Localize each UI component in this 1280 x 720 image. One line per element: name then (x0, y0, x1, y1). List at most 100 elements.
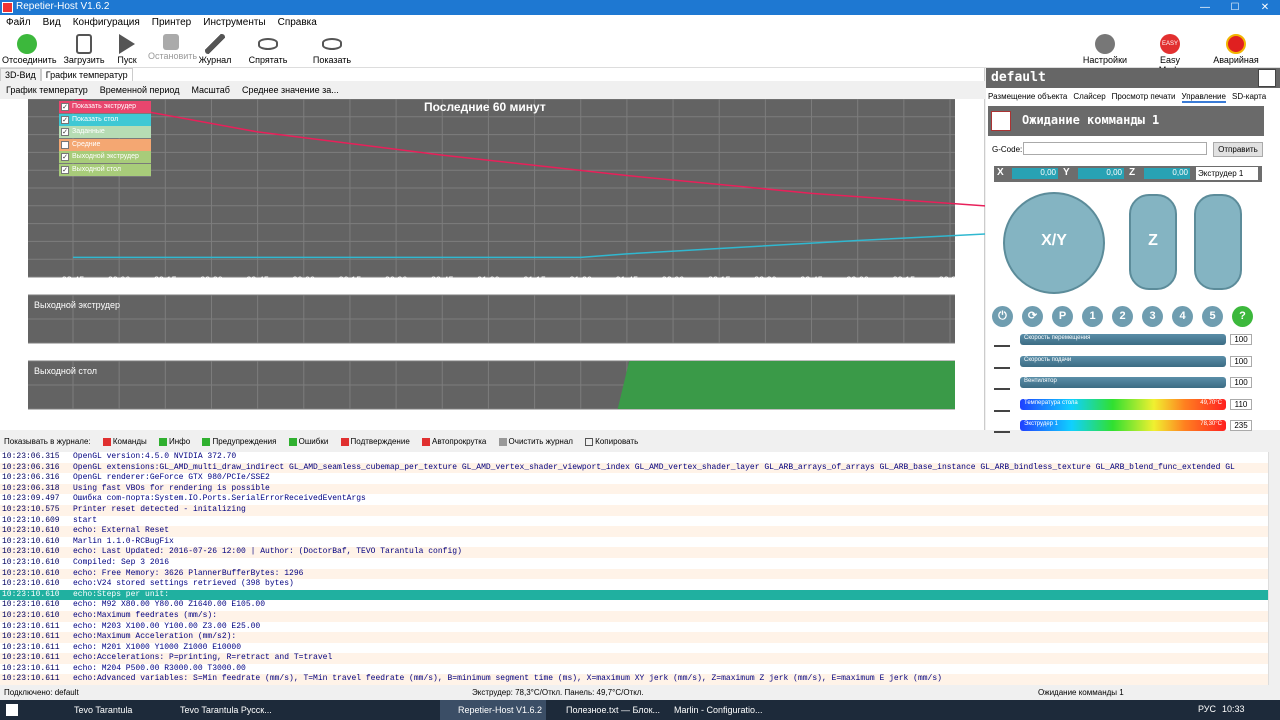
task-repetier-host[interactable]: Repetier-Host V1.6.2 (440, 700, 546, 720)
log-row[interactable]: 10:23:10.611 echo: M203 X100.00 Y100.00 Z… (0, 622, 1268, 633)
edit-icon[interactable] (1258, 69, 1276, 87)
log-row[interactable]: 10:23:10.610 Marlin 1.1.0-RCBugFix (0, 537, 1268, 548)
run-button[interactable]: Пуск (112, 31, 142, 68)
copy-log-button[interactable]: Копировать (585, 437, 638, 446)
log-row[interactable]: 10:23:10.610 echo:Maximum feedrates (mm/s… (0, 610, 1268, 622)
checkbox-icon[interactable] (61, 140, 69, 149)
slider-value[interactable]: 100 (1230, 377, 1252, 388)
close-button[interactable]: ✕ (1250, 0, 1280, 15)
log-list[interactable]: 10:23:06.315 OpenGL version:4.5.0 NVIDIA … (0, 452, 1268, 685)
log-row[interactable]: 10:23:10.610 echo:V24 stored settings ret… (0, 579, 1268, 590)
disconnect-button[interactable]: Отсоединить (2, 31, 57, 68)
menu-printer[interactable]: Принтер (146, 15, 197, 30)
tab-object-placement[interactable]: Размещение объекта (988, 92, 1067, 101)
menu-help[interactable]: Справка (272, 15, 323, 30)
log-filter-commands[interactable]: Команды (102, 437, 147, 446)
preset-4-button[interactable]: 4 (1172, 306, 1193, 327)
log-filter-autoscroll[interactable]: Автопрокрутка (422, 437, 486, 446)
park-button[interactable]: P (1052, 306, 1073, 327)
slider-value[interactable]: 100 (1230, 334, 1252, 345)
slider-track[interactable]: Скорость подачи (1020, 355, 1226, 367)
stop-button[interactable]: Остановить (148, 31, 197, 68)
task-tevo-tarantula-ru[interactable]: Tevo Tarantula Русск... (162, 700, 272, 720)
slider-value[interactable]: 100 (1230, 355, 1252, 367)
extruder-select[interactable]: Экструдер 1 (1196, 167, 1258, 180)
extruder-jog-pad[interactable] (1194, 194, 1242, 290)
slider-track[interactable]: Вентилятор (1020, 377, 1226, 388)
start-icon[interactable] (6, 704, 18, 716)
log-row[interactable]: 10:23:06.316 OpenGL renderer:GeForce GTX … (0, 473, 1268, 484)
checkbox-icon[interactable]: ✓ (61, 153, 69, 162)
log-filter-ack[interactable]: Подтверждение (340, 437, 410, 446)
slider-value[interactable]: 110 (1230, 398, 1252, 410)
graph-menu-scale[interactable]: Масштаб (185, 81, 236, 99)
legend-item[interactable]: Средние (59, 138, 151, 151)
menu-config[interactable]: Конфигурация (67, 15, 146, 30)
load-button[interactable]: Загрузить (62, 31, 106, 68)
log-row[interactable]: 10:23:10.611 echo:Advanced variables: S=M… (0, 674, 1268, 685)
preset-3-button[interactable]: 3 (1142, 306, 1163, 327)
easy-mode-button[interactable]: EASYEasy Mode (1148, 31, 1192, 75)
log-row[interactable]: 10:23:10.611 echo: M204 P500.00 R3000.00 … (0, 664, 1268, 675)
z-jog-pad[interactable]: Z (1129, 194, 1177, 290)
power-icon[interactable]: ⏻ (992, 306, 1013, 327)
minimize-button[interactable]: — (1190, 0, 1220, 15)
log-scrollbar[interactable] (1268, 452, 1280, 685)
log-button[interactable]: Журнал (198, 31, 232, 68)
task-marlin[interactable]: Marlin - Configuratio... (656, 700, 763, 720)
preset-2-button[interactable]: 2 (1112, 306, 1133, 327)
tab-3d-view[interactable]: 3D-Вид (0, 68, 41, 81)
legend-item[interactable]: ✓ Показать стол (59, 113, 151, 126)
tab-print-preview[interactable]: Просмотр печати (1112, 92, 1176, 101)
log-row[interactable]: 10:23:10.575 Printer reset detected - ini… (0, 504, 1268, 516)
menu-tools[interactable]: Инструменты (197, 15, 271, 30)
hide-filament-button[interactable]: Спрятать пруток (236, 31, 300, 75)
maximize-button[interactable]: ☐ (1220, 0, 1250, 15)
log-row[interactable]: 10:23:10.609 start (0, 516, 1268, 527)
log-row[interactable]: 10:23:06.316 OpenGL extensions:GL_AMD_mul… (0, 462, 1268, 474)
log-row[interactable]: 10:23:09.497 Ошибка com-порта:System.IO.P… (0, 494, 1268, 505)
tab-control[interactable]: Управление (1181, 92, 1226, 103)
menu-file[interactable]: Файл (0, 15, 37, 30)
xy-jog-pad[interactable]: X/Y (1003, 192, 1105, 294)
slider-track[interactable]: Температура стола 49,70°C (1020, 398, 1226, 410)
language-indicator[interactable]: РУС (1198, 704, 1216, 714)
log-row[interactable]: 10:23:10.611 echo:Maximum Acceleration (m… (0, 632, 1268, 643)
preset-5-button[interactable]: 5 (1202, 306, 1223, 327)
log-row[interactable]: 10:23:10.610 echo: Last Updated: 2016-07-… (0, 547, 1268, 558)
log-row[interactable]: 10:23:10.610 echo:Steps per unit: (0, 589, 1268, 601)
preset-1-button[interactable]: 1 (1082, 306, 1103, 327)
task-notepad[interactable]: Полезное.txt — Блок... (548, 700, 660, 720)
checkbox-icon[interactable]: ✓ (61, 115, 69, 124)
legend-item[interactable]: ✓ Выходной стол (59, 164, 151, 176)
log-row[interactable]: 10:23:10.610 echo: Free Memory: 3626 Plan… (0, 568, 1268, 580)
log-row[interactable]: 10:23:10.610 echo: M92 X80.00 Y80.00 Z164… (0, 600, 1268, 611)
tab-temperature-graph[interactable]: График температур (40, 68, 133, 81)
send-button[interactable]: Отправить (1213, 142, 1263, 157)
graph-menu-average[interactable]: Среднее значение за... (236, 81, 345, 99)
graph-menu-temperature[interactable]: График температур (0, 81, 94, 99)
clear-log-button[interactable]: Очистить журнал (498, 437, 573, 446)
checkbox-icon[interactable]: ✓ (61, 103, 69, 111)
tab-slicer[interactable]: Слайсер (1073, 92, 1105, 101)
menu-view[interactable]: Вид (37, 15, 67, 30)
slider-value[interactable]: 235 (1230, 420, 1252, 431)
log-filter-warnings[interactable]: Предупреждения (202, 437, 276, 446)
task-tevo-tarantula[interactable]: Tevo Tarantula (56, 700, 160, 720)
checkbox-icon[interactable]: ✓ (61, 166, 69, 174)
legend-item[interactable]: ✓ Заданные (59, 126, 151, 139)
log-row[interactable]: 10:23:10.611 echo:Accelerations: P=printi… (0, 653, 1268, 664)
gcode-input[interactable] (1023, 142, 1207, 155)
legend-item[interactable]: ✓ Выходной экструдер (59, 151, 151, 164)
log-filter-info[interactable]: Инфо (159, 437, 190, 446)
log-row[interactable]: 10:23:10.610 Compiled: Sep 3 2016 (0, 558, 1268, 569)
log-row[interactable]: 10:23:10.610 echo: External Reset (0, 526, 1268, 537)
log-row[interactable]: 10:23:10.611 echo: M201 X1000 Y1000 Z1000… (0, 643, 1268, 654)
show-path-button[interactable]: Показать путь (304, 31, 360, 75)
slider-track[interactable]: Экструдер 1 78,30°C (1020, 420, 1226, 431)
refresh-icon[interactable]: ⟳ (1022, 306, 1043, 327)
legend-item[interactable]: ✓ Показать экструдер (59, 101, 151, 113)
log-row[interactable]: 10:23:06.318 Using fast VBOs for renderin… (0, 483, 1268, 495)
printer-settings-button[interactable]: Настройки принтера (1064, 31, 1146, 75)
log-filter-errors[interactable]: Ошибки (288, 437, 328, 446)
